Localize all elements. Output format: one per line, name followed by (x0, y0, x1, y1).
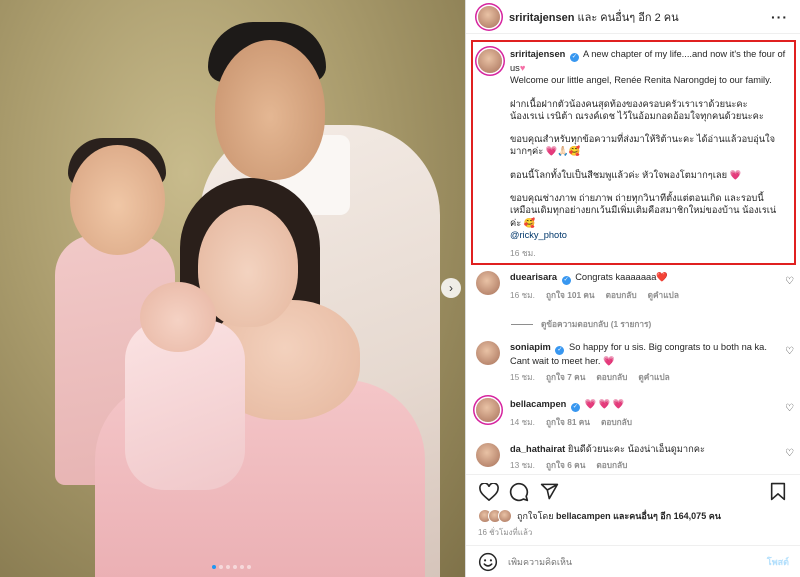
bookmark-icon[interactable] (767, 481, 789, 503)
comment-body: da_hathairat ยินดีด้วยนะคะ น้องน่าเอ็นดู… (510, 443, 779, 472)
carousel-dot (240, 565, 244, 569)
next-photo-button[interactable]: › (441, 278, 461, 298)
comment-text: 💗 💗 💗 (584, 399, 625, 409)
comment-likes[interactable]: ถูกใจ 81 คน (546, 416, 590, 428)
caption-timestamp[interactable]: 16 ชม. (510, 248, 536, 258)
liker-avatars (478, 509, 512, 523)
heart-emoji-icon: ♥ (519, 63, 526, 73)
comment-meta: 16 ชม. ถูกใจ 101 คน ตอบกลับ ดูคำแปล (510, 289, 779, 301)
verified-badge-icon: ✓ (561, 276, 571, 285)
verified-badge-icon: ✓ (569, 53, 579, 62)
comment-time[interactable]: 15 ชม. (510, 371, 535, 383)
carousel-dot (233, 565, 237, 569)
comment-body: soniapim ✓ So happy for u sis. Big congr… (510, 341, 779, 384)
likes-prefix: ถูกใจโดย (517, 511, 554, 521)
replies-divider (511, 323, 533, 325)
view-replies-label[interactable]: ดูข้อความตอบกลับ (1 รายการ) (541, 317, 651, 331)
chevron-right-icon: › (449, 281, 453, 295)
instagram-post-view: › sriritajensen และ คนอื่นๆ อีก 2 คน ··· (0, 0, 800, 577)
post-timestamp[interactable]: 16 ชั่วโมงที่แล้ว (478, 526, 532, 539)
avatar[interactable] (478, 49, 502, 73)
comment-time[interactable]: 14 ชม. (510, 416, 535, 428)
comment-text: ยินดีด้วยนะคะ น้องน่าเอ็นดูมากคะ (567, 444, 705, 454)
reply-button[interactable]: ตอบกลับ (601, 416, 632, 428)
like-heart-icon[interactable] (478, 481, 500, 503)
comment-meta: 15 ชม. ถูกใจ 7 คน ตอบกลับ ดูคำแปล (510, 371, 779, 383)
comment-item: duearisara ✓ Congrats kaaaaaaa❤️ 16 ชม. … (476, 271, 794, 301)
caption-body: sriritajensen ✓ A new chapter of my life… (510, 48, 786, 263)
translate-button[interactable]: ดูคำแปล (648, 289, 679, 301)
likes-summary[interactable]: ถูกใจโดย bellacampen และคนอื่นๆ อีก 164,… (478, 509, 721, 523)
carousel-dot (212, 565, 216, 569)
comment-username[interactable]: duearisara (510, 272, 557, 282)
header-coauthors[interactable]: และ คนอื่นๆ อีก 2 คน (577, 12, 678, 24)
heart-outline-icon[interactable]: ♡ (785, 448, 794, 472)
header-username-text[interactable]: sriritajensen (509, 12, 574, 24)
more-icon[interactable]: ··· (771, 9, 788, 25)
header-username[interactable]: sriritajensen และ คนอื่นๆ อีก 2 คน (509, 8, 679, 26)
carousel-dot (247, 565, 251, 569)
avatar[interactable] (476, 443, 500, 467)
caption-line-2: Welcome our little angel, Renée Renita N… (510, 75, 772, 86)
avatar (498, 509, 512, 523)
photo-figure-boy-face (70, 145, 165, 255)
comment-input[interactable] (508, 556, 767, 567)
photographer-mention-link[interactable]: @ricky_photo (510, 230, 567, 240)
likes-user[interactable]: bellacampen (556, 511, 611, 521)
comment-likes[interactable]: ถูกใจ 7 คน (546, 371, 585, 383)
share-icon[interactable] (538, 481, 560, 503)
comment-composer: โพสต์ (466, 545, 800, 577)
translate-button[interactable]: ดูคำแปล (638, 371, 669, 383)
heart-outline-icon[interactable]: ♡ (785, 346, 794, 384)
caption-highlight-box: sriritajensen ✓ A new chapter of my life… (471, 40, 796, 265)
comment-likes[interactable]: ถูกใจ 101 คน (546, 289, 595, 301)
comment-username[interactable]: soniapim (510, 342, 551, 352)
comment-likes[interactable]: ถูกใจ 6 คน (546, 459, 585, 471)
photo-figure-baby-face (140, 282, 216, 352)
comment-meta: 13 ชม. ถูกใจ 6 คน ตอบกลับ (510, 459, 779, 471)
caption-para-3: ขอบคุณสำหรับทุกข้อความที่ส่งมาให้ริต้านะ… (510, 134, 776, 157)
reply-button[interactable]: ตอบกลับ (596, 371, 627, 383)
post-header: sriritajensen และ คนอื่นๆ อีก 2 คน ··· (466, 0, 800, 34)
avatar[interactable] (476, 398, 500, 422)
carousel-indicator (212, 565, 251, 569)
caption-para-5: ขอบคุณช่างภาพ ถ่ายภาพ ถ่ายทุกวินาทีตั้งแ… (510, 193, 777, 228)
post-photo[interactable]: › (0, 0, 465, 577)
comment-body: bellacampen ✓ 💗 💗 💗 14 ชม. ถูกใจ 81 คน ต… (510, 398, 779, 428)
comment-item: da_hathairat ยินดีด้วยนะคะ น้องน่าเอ็นดู… (476, 443, 794, 472)
comment-username[interactable]: bellacampen (510, 399, 566, 409)
likes-rest[interactable]: และคนอื่นๆ อีก 164,075 คน (613, 509, 721, 523)
caption-para-2a: ฝากเนื้อฝากตัวน้องคนสุดท้องของครอบครัวเร… (510, 98, 748, 109)
reply-button[interactable]: ตอบกลับ (606, 289, 637, 301)
comment-time[interactable]: 16 ชม. (510, 289, 535, 301)
emoji-icon[interactable] (478, 552, 498, 572)
caption-para-2b: น้องเรเน่ เรนิต้า ณรงค์เดช ไว้ในอ้อมกอดอ… (510, 110, 764, 121)
carousel-dot (226, 565, 230, 569)
comment-meta: 14 ชม. ถูกใจ 81 คน ตอบกลับ (510, 416, 779, 428)
avatar[interactable] (476, 341, 500, 365)
reply-button[interactable]: ตอบกลับ (596, 459, 627, 471)
comment-body: duearisara ✓ Congrats kaaaaaaa❤️ 16 ชม. … (510, 271, 779, 301)
heart-outline-icon[interactable]: ♡ (785, 276, 794, 301)
carousel-dot (219, 565, 223, 569)
comment-time[interactable]: 13 ชม. (510, 459, 535, 471)
heart-outline-icon[interactable]: ♡ (785, 403, 794, 428)
comment-item: bellacampen ✓ 💗 💗 💗 14 ชม. ถูกใจ 81 คน ต… (476, 398, 794, 428)
view-replies-button[interactable]: ดูข้อความตอบกลับ (1 รายการ) (511, 317, 651, 331)
caption-para-4: ตอนนี้โลกทั้งใบเป็นสีชมพูแล้วค่ะ หัวใจพอ… (510, 169, 742, 180)
avatar[interactable] (476, 271, 500, 295)
verified-badge-icon: ✓ (555, 346, 565, 355)
post-action-bar (466, 474, 800, 508)
verified-badge-icon: ✓ (570, 403, 580, 412)
comment-username[interactable]: da_hathairat (510, 444, 565, 454)
post-comment-button[interactable]: โพสต์ (767, 555, 789, 569)
post-side-panel: sriritajensen และ คนอื่นๆ อีก 2 คน ··· s… (465, 0, 800, 577)
avatar[interactable] (478, 5, 500, 28)
comment-text: Congrats kaaaaaaa❤️ (575, 272, 668, 282)
comment-icon[interactable] (508, 481, 530, 503)
photo-figure-father-face (215, 40, 325, 180)
comment-item: soniapim ✓ So happy for u sis. Big congr… (476, 341, 794, 384)
caption-username[interactable]: sriritajensen (510, 49, 565, 59)
